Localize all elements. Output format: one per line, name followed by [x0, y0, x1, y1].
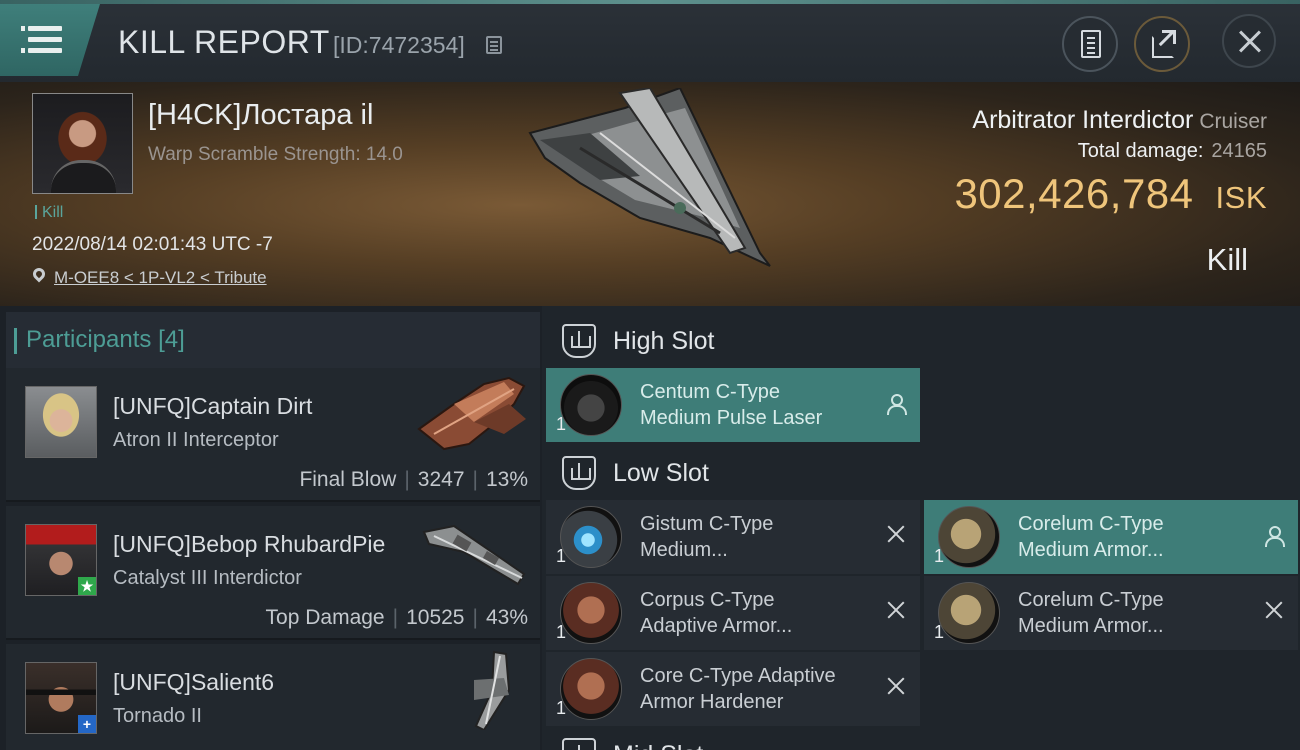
total-damage: Total damage: 24165: [1077, 140, 1267, 162]
module-name: Corelum C-Type Medium Armor...: [1018, 589, 1164, 637]
module-item[interactable]: 1 Corelum C-Type Medium Armor...: [924, 576, 1298, 650]
high-slot-icon: [562, 324, 596, 358]
participant-ship: Catalyst III Interdictor: [113, 567, 302, 589]
location-pin-icon: [30, 265, 48, 283]
kill-timestamp: 2022/08/14 02:01:43 UTC -7: [32, 234, 273, 255]
menu-button[interactable]: [0, 4, 100, 76]
module-quantity: 1: [556, 414, 567, 434]
kill-tag: Kill: [35, 204, 63, 222]
clipboard-icon: [1081, 30, 1101, 58]
participants-panel: Participants [4] [UNFQ]Captain Dirt Atro…: [0, 306, 542, 750]
pulse-laser-icon: [560, 374, 622, 436]
module-name: Corpus C-Type Adaptive Armor...: [640, 589, 793, 637]
module-item[interactable]: 1 Gistum C-Type Medium...: [546, 500, 920, 574]
participant-name: [UNFQ]Salient6: [113, 669, 275, 695]
module-item[interactable]: 1 Corpus C-Type Adaptive Armor...: [546, 576, 920, 650]
copy-id-icon[interactable]: [486, 36, 502, 54]
fitting-panel: High Slot 1 Centum C-Type Medium Pulse L…: [542, 306, 1300, 750]
close-button[interactable]: [1222, 14, 1276, 68]
module-quantity: 1: [556, 546, 567, 566]
share-button[interactable]: [1134, 16, 1190, 72]
participant-ship-image: [422, 524, 526, 586]
participant-ship-image: [417, 376, 526, 451]
clipboard-button[interactable]: [1062, 16, 1118, 72]
module-name: Centum C-Type Medium Pulse Laser: [640, 381, 823, 429]
participant-ship: Tornado II: [113, 705, 202, 727]
victim-name[interactable]: [H4CK]Лостара il: [148, 99, 373, 132]
destroyed-x-icon: [886, 524, 906, 544]
dropped-by-person-icon: [886, 394, 907, 415]
star-badge-icon: ★: [78, 577, 96, 595]
destroyed-x-icon: [886, 600, 906, 620]
module-item[interactable]: 1 Centum C-Type Medium Pulse Laser: [546, 368, 920, 442]
victim-ship-image: [528, 88, 771, 267]
avatar: [25, 386, 97, 458]
low-slot-icon: [562, 456, 596, 490]
low-slot-header: Low Slot: [546, 444, 920, 500]
armor-module-icon: [938, 582, 1000, 644]
participant-name: [UNFQ]Bebop RhubardPie: [113, 531, 386, 557]
module-name: Corelum C-Type Medium Armor...: [1018, 513, 1164, 561]
participant-stats: Top Damage | 10525 | 43%: [265, 606, 528, 629]
module-name: Core C-Type Adaptive Armor Hardener: [640, 665, 836, 713]
participant-row[interactable]: ★ [UNFQ]Bebop RhubardPie Catalyst III In…: [6, 506, 540, 640]
dropped-by-person-icon: [1264, 526, 1285, 547]
module-name: Gistum C-Type Medium...: [640, 513, 774, 561]
report-id: [ID:7472354]: [333, 32, 465, 58]
participant-row[interactable]: + [UNFQ]Salient6 Tornado II: [6, 644, 540, 750]
victim-ship-name[interactable]: Arbitrator Interdictor Cruiser: [972, 106, 1267, 135]
avatar: +: [25, 662, 97, 734]
mid-slot-icon: [562, 738, 596, 750]
victim-ship-class: Cruiser: [1199, 110, 1267, 133]
isk-value: 302,426,784 ISK: [954, 170, 1267, 217]
page-title: KILL REPORT: [118, 24, 330, 60]
module-quantity: 1: [934, 622, 945, 642]
victim-portrait[interactable]: [32, 93, 133, 194]
result-label: Kill: [1206, 242, 1248, 277]
hamburger-icon: [21, 26, 62, 31]
top-bar: KILL REPORT [ID:7472354]: [0, 0, 1300, 82]
plus-badge-icon: +: [78, 715, 96, 733]
high-slot-header: High Slot: [546, 312, 920, 368]
armor-hardener-icon: [560, 582, 622, 644]
participant-name: [UNFQ]Captain Dirt: [113, 393, 313, 419]
module-quantity: 1: [556, 622, 567, 642]
participants-header: Participants [4]: [6, 312, 540, 368]
armor-module-icon: [938, 506, 1000, 568]
module-item[interactable]: 1 Corelum C-Type Medium Armor...: [924, 500, 1298, 574]
kill-location-link[interactable]: M-OEE8 < 1P-VL2 < Tribute: [54, 268, 267, 288]
module-quantity: 1: [556, 698, 567, 718]
destroyed-x-icon: [1264, 600, 1284, 620]
armor-hardener-icon: [560, 658, 622, 720]
participant-ship-image: [474, 650, 511, 730]
module-item[interactable]: 1 Core C-Type Adaptive Armor Hardener: [546, 652, 920, 726]
mid-slot-header: Mid Slot: [546, 726, 920, 750]
victim-stat: Warp Scramble Strength: 14.0: [148, 144, 403, 165]
module-quantity: 1: [934, 546, 945, 566]
participant-stats: Final Blow | 3247 | 13%: [299, 468, 528, 491]
victim-summary: [H4CK]Лостара il Warp Scramble Strength:…: [0, 82, 1300, 306]
participant-ship: Atron II Interceptor: [113, 429, 279, 451]
module-icon: [560, 506, 622, 568]
destroyed-x-icon: [886, 676, 906, 696]
avatar: ★: [25, 524, 97, 596]
participant-row[interactable]: [UNFQ]Captain Dirt Atron II Interceptor …: [6, 368, 540, 502]
